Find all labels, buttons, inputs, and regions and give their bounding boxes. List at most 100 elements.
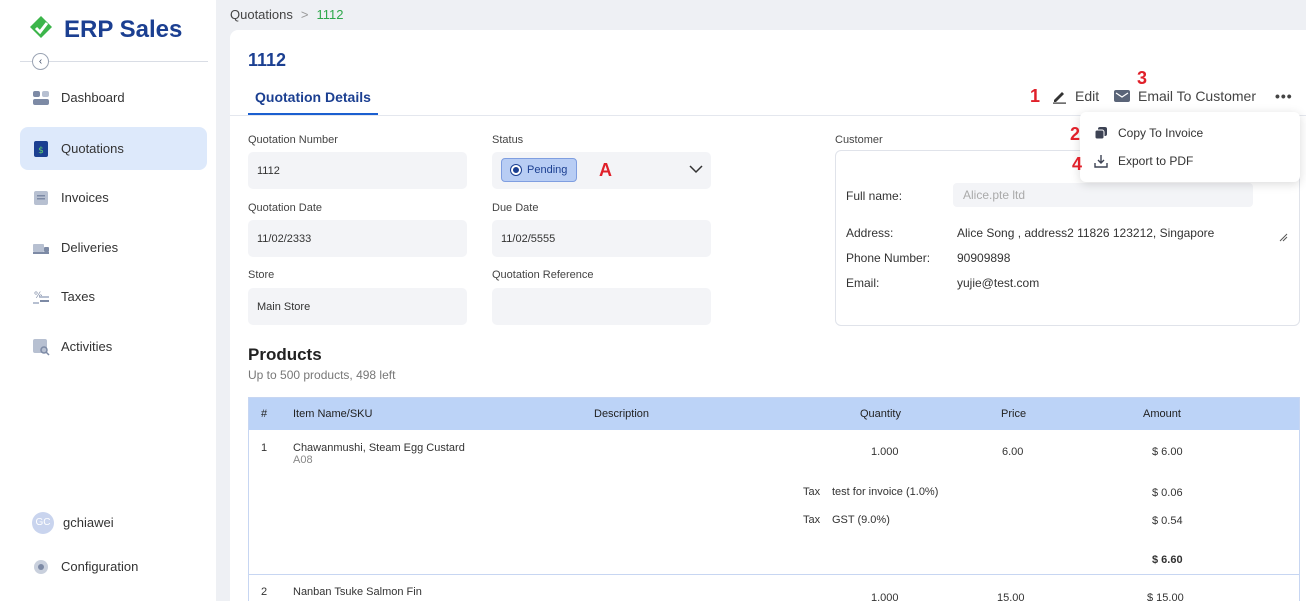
sidebar-item-label: Deliveries bbox=[61, 240, 119, 255]
due-date-value: 11/02/5555 bbox=[501, 232, 556, 245]
store-field[interactable]: Main Store bbox=[248, 288, 467, 325]
brand[interactable]: ERP Sales bbox=[28, 14, 182, 45]
email-address-label: Email: bbox=[846, 276, 880, 290]
item-price: 6.00 bbox=[1002, 446, 1024, 458]
activity-search-icon bbox=[32, 338, 50, 356]
sidebar-item-label: Activities bbox=[61, 339, 113, 354]
more-options-button[interactable]: ••• bbox=[1275, 88, 1293, 104]
edit-button[interactable]: Edit bbox=[1052, 88, 1099, 104]
status-badge: Pending bbox=[501, 158, 578, 182]
menu-item-copy-to-invoice[interactable]: Copy To Invoice bbox=[1094, 126, 1203, 140]
annotation-1: 1 bbox=[1030, 86, 1041, 106]
row-total: $ 6.60 bbox=[1152, 554, 1183, 566]
resize-handle-icon[interactable] bbox=[1278, 229, 1288, 247]
sidebar-item-invoices[interactable]: Invoices bbox=[20, 176, 207, 219]
table-header: # Item Name/SKU Description Quantity Pri… bbox=[249, 398, 1299, 430]
column-header-description: Description bbox=[594, 408, 650, 420]
annotation-2: 2 bbox=[1070, 124, 1081, 144]
row-divider bbox=[249, 574, 1299, 575]
quotation-reference-field[interactable] bbox=[492, 288, 711, 325]
due-date-field[interactable]: 11/02/5555 bbox=[492, 220, 711, 257]
sidebar-item-label: Invoices bbox=[61, 190, 109, 205]
sidebar-item-activities[interactable]: Activities bbox=[20, 325, 207, 368]
sidebar-item-label: Dashboard bbox=[61, 90, 125, 105]
customer-label: Customer bbox=[835, 134, 883, 146]
sidebar-item-label: Quotations bbox=[61, 141, 124, 156]
user-profile[interactable]: GC gchiawei bbox=[20, 501, 207, 544]
chevron-left-icon: ‹ bbox=[38, 56, 43, 67]
item-quantity: 1.000 bbox=[871, 592, 899, 601]
quotation-date-value: 11/02/2333 bbox=[257, 232, 312, 245]
quotation-card: 1112 Quotation Details 1 Edit 3 Email To… bbox=[230, 30, 1306, 601]
item-name: Chawanmushi, Steam Egg Custard bbox=[293, 442, 465, 454]
email-icon bbox=[1114, 89, 1130, 103]
user-name: gchiawei bbox=[63, 515, 114, 530]
email-address-value: yujie@test.com bbox=[957, 276, 1040, 290]
breadcrumb-current: 1112 bbox=[316, 7, 344, 22]
tax-name: GST (9.0%) bbox=[832, 514, 890, 526]
tab-quotation-details[interactable]: Quotation Details bbox=[248, 89, 378, 115]
breadcrumb-separator: > bbox=[300, 7, 309, 22]
collapse-sidebar-button[interactable]: ‹ bbox=[32, 53, 49, 70]
email-to-customer-button[interactable]: Email To Customer bbox=[1114, 88, 1256, 104]
phone-value: 90909898 bbox=[957, 251, 1011, 265]
breadcrumb: Quotations > 1112 bbox=[230, 7, 343, 22]
avatar: GC bbox=[32, 511, 54, 534]
quotation-number-field[interactable]: 1112 bbox=[248, 152, 467, 189]
column-header-item: Item Name/SKU bbox=[293, 408, 373, 420]
menu-item-label: Export to PDF bbox=[1118, 154, 1194, 168]
menu-item-export-to-pdf[interactable]: Export to PDF bbox=[1094, 154, 1193, 168]
menu-item-label: Copy To Invoice bbox=[1118, 126, 1204, 140]
tax-label: Tax bbox=[803, 486, 821, 498]
address-label: Address: bbox=[846, 226, 894, 240]
store-label: Store bbox=[248, 269, 275, 281]
column-header-number: # bbox=[261, 408, 268, 420]
item-amount: $ 6.00 bbox=[1152, 446, 1183, 458]
sidebar-item-quotations[interactable]: $ Quotations bbox=[20, 127, 207, 170]
truck-icon bbox=[32, 239, 50, 257]
annotation-3: 3 bbox=[1137, 68, 1148, 88]
item-quantity: 1.000 bbox=[871, 446, 899, 458]
edit-label: Edit bbox=[1075, 88, 1100, 104]
item-sku: A08 bbox=[293, 454, 313, 466]
quotation-document-icon: $ bbox=[32, 140, 50, 158]
status-label: Status bbox=[492, 134, 524, 146]
download-icon bbox=[1094, 154, 1110, 168]
more-horizontal-icon: ••• bbox=[1275, 88, 1293, 104]
brand-logo-icon bbox=[28, 14, 54, 45]
address-value: Alice Song , address2 11826 123212, Sing… bbox=[957, 226, 1215, 240]
column-header-price: Price bbox=[1001, 408, 1027, 420]
sidebar-item-configuration[interactable]: Configuration bbox=[20, 545, 207, 588]
column-header-quantity: Quantity bbox=[860, 408, 901, 420]
products-table: # Item Name/SKU Description Quantity Pri… bbox=[248, 397, 1300, 601]
sidebar-item-dashboard[interactable]: Dashboard bbox=[20, 76, 207, 119]
tax-amount: $ 0.54 bbox=[1152, 515, 1183, 527]
sidebar-item-deliveries[interactable]: Deliveries bbox=[20, 226, 207, 269]
brand-name: ERP Sales bbox=[64, 15, 183, 43]
breadcrumb-root[interactable]: Quotations bbox=[230, 7, 293, 22]
pencil-icon bbox=[1052, 89, 1067, 104]
quotation-number-label: Quotation Number bbox=[248, 134, 338, 146]
row-number: 2 bbox=[261, 586, 268, 598]
customer-name-input[interactable]: Alice.pte ltd bbox=[953, 183, 1253, 207]
tax-amount: $ 0.06 bbox=[1152, 487, 1183, 499]
radio-dot-icon bbox=[511, 165, 521, 175]
phone-label: Phone Number: bbox=[846, 251, 931, 265]
sidebar-item-label: Taxes bbox=[61, 289, 95, 304]
quotation-date-field[interactable]: 11/02/2333 bbox=[248, 220, 467, 257]
tax-name: test for invoice (1.0%) bbox=[832, 486, 939, 498]
page-title: 1112 bbox=[248, 50, 287, 70]
sidebar-item-taxes[interactable]: % Taxes bbox=[20, 275, 207, 318]
item-amount: $ 15.00 bbox=[1147, 592, 1184, 601]
tax-label: Tax bbox=[803, 514, 821, 526]
dashboard-icon bbox=[32, 89, 50, 107]
sidebar-collapse-row: ‹ bbox=[20, 52, 208, 70]
quotation-date-label: Quotation Date bbox=[248, 202, 322, 214]
email-label: Email To Customer bbox=[1138, 88, 1257, 104]
gear-icon bbox=[32, 558, 50, 576]
column-header-amount: Amount bbox=[1143, 408, 1181, 420]
item-price: 15.00 bbox=[997, 592, 1025, 601]
quotation-reference-label: Quotation Reference bbox=[492, 269, 594, 281]
annotation-4: 4 bbox=[1072, 154, 1083, 174]
invoice-icon bbox=[32, 189, 50, 207]
